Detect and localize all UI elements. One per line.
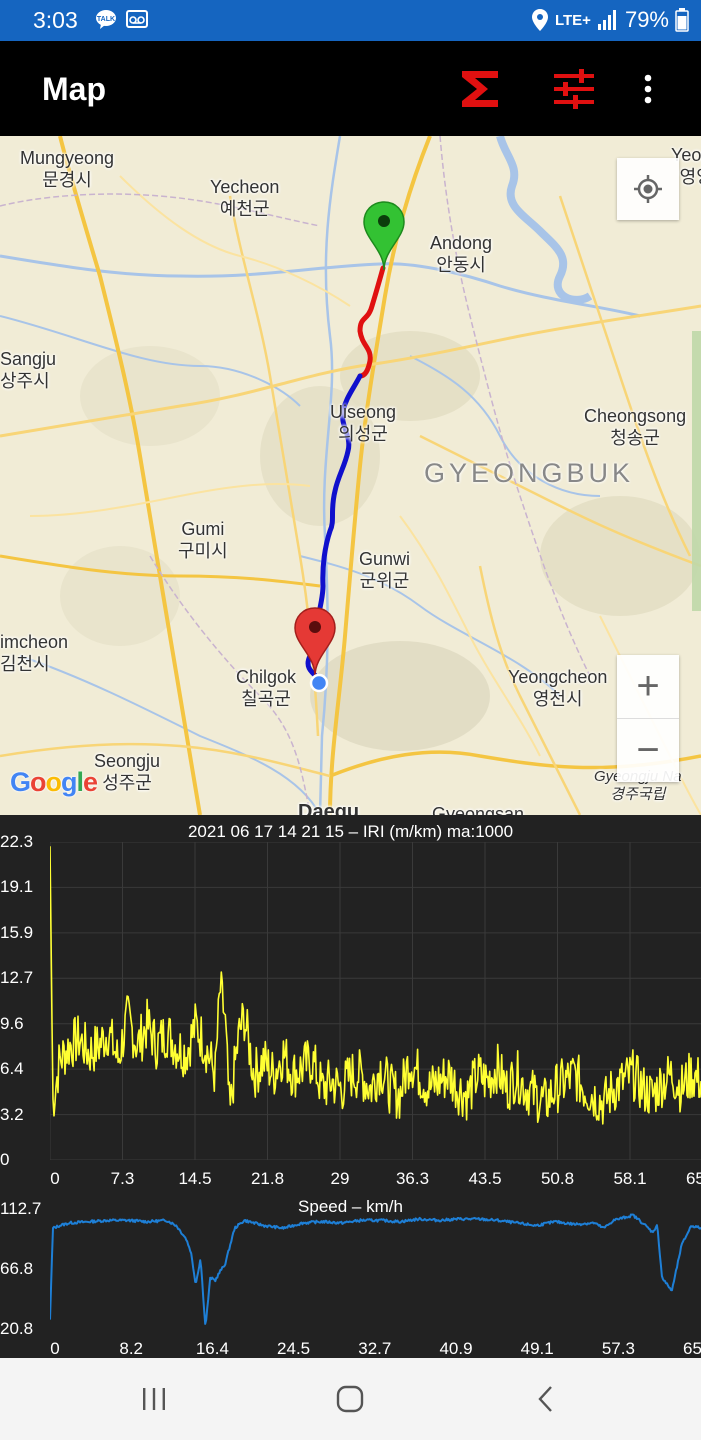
x-tick-label: 58.1 bbox=[613, 1169, 647, 1188]
y-tick-label: 19.1 bbox=[0, 877, 34, 897]
y-tick-label: 9.6 bbox=[0, 1013, 24, 1033]
home-button[interactable] bbox=[320, 1378, 380, 1420]
iri-chart: 2021 06 17 14 21 15 – IRI (m/km) ma:1000… bbox=[0, 815, 701, 1193]
place-label: Mungyeong 문경시 bbox=[20, 148, 115, 190]
y-tick-label: 3.2 bbox=[0, 1104, 24, 1124]
start-marker-icon[interactable] bbox=[362, 200, 406, 272]
y-tick-label: 6.4 bbox=[0, 1059, 24, 1079]
page-title: Map bbox=[42, 71, 106, 107]
recents-button[interactable] bbox=[124, 1378, 184, 1420]
place-label: Yecheon 예천군 bbox=[210, 177, 280, 219]
google-logo: Google bbox=[10, 767, 98, 797]
x-tick-label: 65.3 bbox=[685, 1169, 701, 1188]
region-label: GYEONGBUK bbox=[424, 458, 635, 488]
place-label: Daegu bbox=[298, 801, 360, 815]
zoom-in-button[interactable]: + bbox=[617, 655, 679, 718]
place-label: Gyeongsan bbox=[432, 804, 525, 815]
back-icon bbox=[538, 1386, 552, 1412]
x-tick-label: 40.9 bbox=[439, 1339, 473, 1358]
sliders-icon bbox=[554, 69, 594, 109]
speed-chart: Speed – km/h 112.7 66.8 20.8 0 8.2 16.4 24.5 3… bbox=[0, 1193, 701, 1358]
x-tick-label: 32.7 bbox=[358, 1339, 392, 1358]
statistics-button[interactable] bbox=[452, 61, 508, 117]
status-time: 3:03 bbox=[33, 7, 78, 33]
x-tick-label: 65.4 bbox=[683, 1339, 701, 1358]
x-tick-label: 24.5 bbox=[277, 1339, 311, 1358]
place-label: Uiseong 의성군 bbox=[330, 402, 397, 444]
end-marker-icon[interactable] bbox=[293, 606, 337, 678]
place-label: Andong 안동시 bbox=[430, 233, 493, 275]
zoom-controls: + − bbox=[617, 655, 679, 782]
x-tick-label: 36.3 bbox=[395, 1169, 430, 1188]
y-tick-label: 15.9 bbox=[0, 922, 34, 942]
series-line bbox=[50, 846, 701, 1125]
my-location-button[interactable] bbox=[617, 158, 679, 220]
crosshair-icon bbox=[634, 175, 662, 203]
recents-icon bbox=[143, 1388, 165, 1410]
location-icon bbox=[531, 9, 548, 31]
y-tick-label: 22.3 bbox=[0, 832, 34, 851]
zoom-out-button[interactable]: − bbox=[617, 718, 679, 782]
home-icon bbox=[336, 1385, 364, 1413]
system-nav-bar bbox=[0, 1358, 701, 1440]
x-tick-label: 21.8 bbox=[250, 1169, 285, 1188]
talk-icon: TALK bbox=[96, 10, 116, 29]
y-tick-label: 66.8 bbox=[0, 1259, 34, 1278]
x-tick-label: 57.3 bbox=[601, 1339, 635, 1358]
x-tick-label: 8.2 bbox=[119, 1339, 144, 1358]
iri-chart-title: 2021 06 17 14 21 15 – IRI (m/km) ma:1000 bbox=[187, 822, 514, 841]
place-label: Gumi 구미시 bbox=[178, 519, 228, 561]
battery-percent: 79% bbox=[624, 7, 669, 32]
status-bar: 3:03 TALK LTE+ 79% bbox=[0, 0, 701, 41]
x-tick-label: 50.8 bbox=[540, 1169, 575, 1188]
iri-plot bbox=[50, 842, 701, 1160]
place-label: Chilgok 칠곡군 bbox=[236, 667, 297, 709]
y-tick-label: 12.7 bbox=[0, 968, 34, 988]
sigma-icon bbox=[462, 71, 498, 107]
x-tick-label: 16.4 bbox=[195, 1339, 229, 1358]
x-tick-label: 43.5 bbox=[468, 1169, 502, 1188]
svg-text:TALK: TALK bbox=[97, 16, 115, 23]
place-label: Yeongcheon 영천시 bbox=[508, 667, 608, 709]
back-button[interactable] bbox=[516, 1378, 576, 1420]
place-label: Cheongsong 청송군 bbox=[584, 406, 687, 448]
signal-icon bbox=[597, 10, 616, 30]
speed-plot bbox=[50, 1213, 701, 1325]
x-tick-label: 14.5 bbox=[178, 1169, 212, 1188]
x-tick-label: 0 bbox=[50, 1169, 60, 1188]
x-tick-label: 0 bbox=[50, 1339, 60, 1358]
x-tick-label: 7.3 bbox=[110, 1169, 135, 1188]
settings-button[interactable] bbox=[546, 61, 602, 117]
place-label: imcheon 김천시 bbox=[0, 632, 69, 674]
x-tick-label: 49.1 bbox=[520, 1339, 554, 1358]
more-vert-icon bbox=[644, 74, 652, 104]
place-label: Gunwi 군위군 bbox=[359, 549, 411, 591]
place-label: Sangju 상주시 bbox=[0, 349, 57, 391]
overflow-menu-button[interactable] bbox=[620, 61, 676, 117]
y-tick-label: 112.7 bbox=[0, 1199, 42, 1218]
app-bar: Map bbox=[0, 41, 701, 136]
battery-icon bbox=[675, 8, 689, 32]
current-location-icon bbox=[309, 673, 329, 693]
map-view[interactable]: Mungyeong문경시 Yecheon예천군 Andong안동시 Yeong영… bbox=[0, 136, 701, 815]
voicemail-icon bbox=[126, 10, 148, 28]
network-type: LTE+ bbox=[554, 11, 591, 29]
x-tick-label: 29 bbox=[330, 1169, 350, 1188]
series-line bbox=[50, 1213, 701, 1325]
y-tick-label: 0 bbox=[0, 1150, 10, 1169]
y-tick-label: 20.8 bbox=[0, 1319, 34, 1338]
place-label: Seongju 성주군 bbox=[94, 751, 161, 793]
